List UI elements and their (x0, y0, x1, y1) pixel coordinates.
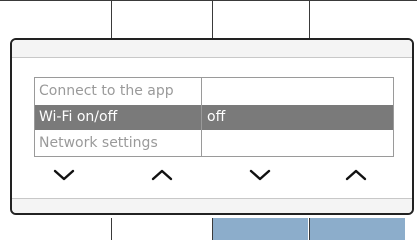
menu-item-connect-app[interactable]: Connect to the app (35, 79, 393, 104)
tile-divider (309, 0, 310, 38)
chevron-down-icon[interactable] (51, 166, 77, 184)
background-tiles-top (0, 0, 417, 38)
menu-item-value: off (207, 109, 226, 125)
background-tile-active (310, 218, 405, 240)
dialog-header (12, 40, 412, 58)
tile-divider (111, 0, 112, 38)
background-tile-active (213, 218, 308, 240)
menu-item-label: Connect to the app (39, 83, 174, 99)
settings-menu: Connect to the app Wi-Fi on/off off Netw… (34, 77, 394, 157)
device-screen: Connect to the app Wi-Fi on/off off Netw… (0, 0, 417, 240)
tile-divider (111, 218, 112, 240)
menu-item-label: Network settings (39, 135, 158, 151)
menu-item-wifi-toggle[interactable]: Wi-Fi on/off off (35, 105, 393, 130)
chevron-down-icon[interactable] (247, 166, 273, 184)
menu-column-divider (201, 78, 202, 156)
dialog-footer (12, 198, 412, 213)
menu-item-label: Wi-Fi on/off (39, 109, 118, 125)
tile-divider (309, 218, 310, 240)
chevron-up-icon[interactable] (149, 166, 175, 184)
chevron-up-icon[interactable] (343, 166, 369, 184)
settings-dialog: Connect to the app Wi-Fi on/off off Netw… (10, 38, 414, 215)
tile-divider (212, 0, 213, 38)
menu-item-network-settings[interactable]: Network settings (35, 131, 393, 156)
tile-divider (212, 218, 213, 240)
